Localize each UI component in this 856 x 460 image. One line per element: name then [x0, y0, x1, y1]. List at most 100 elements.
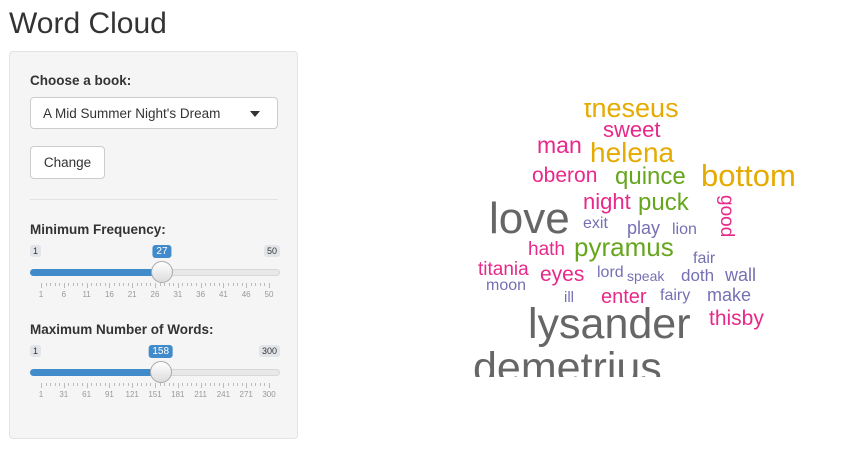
slider-tick	[218, 283, 220, 286]
slider-tick	[241, 383, 243, 386]
slider-min-label: 1	[30, 345, 42, 357]
slider-tick	[218, 383, 220, 386]
cloud-word: exit	[583, 215, 608, 232]
slider-tick	[264, 383, 266, 386]
slider-tick-label: 31	[59, 390, 69, 399]
slider-tick	[54, 283, 56, 286]
slider-tick	[77, 283, 79, 286]
divider	[30, 199, 278, 200]
slider-tick	[50, 283, 52, 286]
slider-tick	[173, 383, 175, 386]
cloud-word: speak	[627, 268, 665, 284]
slider-tick-label: 300	[262, 390, 276, 399]
slider-handle[interactable]	[149, 361, 172, 383]
slider-tick	[109, 283, 111, 288]
slider-tick	[223, 383, 225, 388]
slider-min-label: 1	[30, 245, 42, 257]
slider-tick	[227, 383, 229, 386]
slider-tick-label: 41	[218, 290, 228, 299]
slider-tick-label: 241	[216, 390, 231, 399]
slider-grid: 1 6 11 16 21 26 31 36 41 46 50	[30, 283, 280, 303]
slider-max-label: 300	[258, 345, 280, 357]
slider-tick-label: 61	[82, 390, 92, 399]
slider-tick	[72, 383, 74, 386]
slider-tick	[123, 283, 125, 286]
slider-tick	[223, 283, 225, 288]
cloud-word: moon	[486, 277, 527, 294]
slider-tick	[159, 383, 161, 386]
slider-tick	[186, 283, 188, 286]
slider-tick	[177, 383, 179, 388]
slider-tick	[155, 283, 156, 288]
slider-tick	[118, 383, 120, 386]
cloud-word: puck	[638, 189, 689, 216]
slider-tick-label: 151	[148, 390, 162, 399]
slider-tick	[95, 283, 97, 286]
slider-tick	[164, 383, 166, 386]
slider-tick-label: 36	[196, 290, 206, 299]
max-words-slider[interactable]: 1 300 158 1 31 61 91 121 151 181 211 241 271 300	[30, 345, 280, 405]
page-title: Word Cloud	[9, 7, 167, 40]
cloud-word: wall	[725, 265, 757, 285]
slider-tick	[150, 283, 152, 286]
slider-tick	[132, 283, 134, 288]
slider-tick	[82, 383, 84, 386]
slider-tick-label: 1	[38, 390, 44, 399]
slider-tick	[50, 383, 52, 386]
slider-tick	[86, 383, 88, 388]
slider-tick	[104, 383, 106, 386]
slider-tick	[191, 283, 193, 286]
chevron-down-icon	[250, 111, 260, 117]
cloud-word: demetrius	[473, 344, 662, 378]
slider-tick	[95, 383, 97, 386]
min-frequency-slider[interactable]: 1 50 27 1 6 11 16 21 26 31 36 41 46 50	[30, 245, 280, 305]
slider-tick	[72, 283, 74, 286]
slider-tick	[177, 283, 179, 288]
max-words-label: Maximum Number of Words:	[30, 322, 214, 337]
slider-tick	[241, 283, 243, 286]
cloud-word: eyes	[540, 263, 585, 286]
cloud-word: fair	[693, 250, 716, 267]
slider-tick	[155, 383, 156, 388]
slider-tick-label: 6	[61, 290, 67, 299]
slider-tick	[59, 283, 61, 286]
slider-tick	[77, 383, 79, 386]
slider-tick	[255, 383, 257, 386]
slider-tick	[214, 383, 216, 386]
slider-tick	[227, 283, 229, 286]
slider-tick	[59, 383, 61, 386]
slider-tick	[91, 283, 93, 286]
slider-tick	[250, 383, 252, 386]
slider-tick	[68, 383, 70, 386]
slider-tick	[41, 283, 42, 288]
slider-tick	[168, 383, 170, 386]
slider-tick	[45, 383, 47, 386]
cloud-word: love	[489, 194, 570, 243]
cloud-word: lion	[672, 221, 697, 238]
slider-tick-label: 16	[104, 290, 114, 299]
cloud-word: quince	[615, 163, 686, 190]
cloud-word: lord	[597, 264, 624, 281]
slider-tick	[259, 283, 261, 286]
cloud-word: night	[583, 189, 631, 214]
slider-tick	[232, 283, 234, 286]
slider-value-label: 158	[148, 345, 174, 358]
slider-tick	[269, 283, 270, 288]
slider-tick	[41, 383, 42, 388]
slider-tick	[141, 383, 143, 386]
slider-tick	[168, 283, 170, 286]
slider-tick	[196, 283, 198, 286]
cloud-word: bottom	[701, 158, 796, 193]
slider-tick	[100, 283, 102, 286]
change-button[interactable]: Change	[30, 146, 105, 179]
slider-tick	[250, 283, 252, 286]
slider-handle[interactable]	[150, 261, 173, 283]
slider-fill	[30, 369, 161, 376]
slider-max-label: 50	[263, 245, 280, 257]
slider-tick	[232, 383, 234, 386]
slider-tick	[54, 383, 56, 386]
slider-tick-label: 211	[194, 390, 207, 399]
cloud-word: pyramus	[574, 232, 674, 262]
book-select[interactable]: A Mid Summer Night's Dream	[30, 97, 278, 129]
cloud-word: man	[537, 132, 582, 158]
